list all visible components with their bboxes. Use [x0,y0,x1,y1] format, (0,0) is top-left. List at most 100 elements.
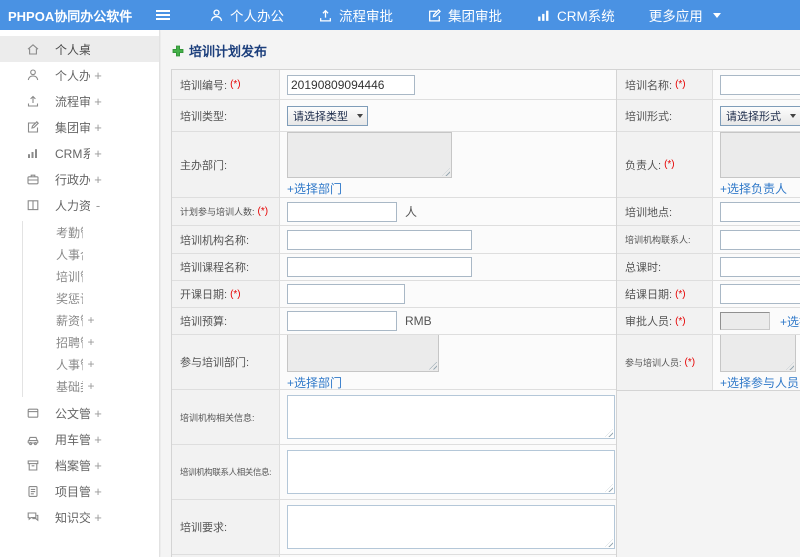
sidebar-subitem-base-category-settings[interactable]: 基础类别设置+ [23,375,159,397]
training-requirements-textarea[interactable] [287,505,615,549]
select-department-link[interactable]: +选择部门 [287,180,342,197]
page-title: 培训计划发布 [189,44,268,59]
form-row: 审批人员:(*) +选择审批人员 [617,308,800,335]
sidebar-subitem-hr-contract[interactable]: 人事合同 [23,243,159,265]
sidebar-item-crm-system[interactable]: CRM系统 + [0,140,159,166]
form-row: 负责人: (*) +选择负责人 [617,132,800,198]
form-left-column: 培训编号:(*) 培训类型: 请选择类型 主办部门: +选择部门 [171,69,617,557]
topnav-workflow-approval[interactable]: 流程审批 [301,0,410,30]
topnav-label: 流程审批 [339,9,393,24]
training-org-name-input[interactable] [287,229,472,250]
training-budget-input[interactable] [287,311,397,331]
topbar: PHPOA协同办公软件 个人办公 流程审批 集团审批 CRM系统 更多应用 [0,0,800,30]
sidebar-subitem-training-mgmt[interactable]: 培训管理 [23,265,159,287]
expand-plus[interactable]: + [94,484,102,499]
page-title-bar: 培训计划发布 [172,41,800,60]
expand-plus[interactable]: + [94,68,102,83]
expand-plus[interactable]: + [87,335,95,349]
form-row: 培训要求: [172,500,616,555]
expand-plus[interactable]: + [94,510,102,525]
select-leader-link[interactable]: +选择负责人 [720,180,787,197]
expand-plus[interactable]: + [94,406,102,421]
training-org-contact-info-textarea[interactable] [287,450,615,494]
form-row: 培训形式: 请选择形式 [617,100,800,132]
sidebar-item-project-mgmt[interactable]: 项目管理 + [0,478,159,504]
participating-departments-box[interactable] [287,335,439,372]
sidebar-subitem-recruitment-mgmt[interactable]: 招聘管理+ [23,331,159,353]
upload-icon [26,94,40,108]
user-icon [26,68,40,82]
sidebar-item-personal-desktop[interactable]: 个人桌面 [0,36,159,62]
planned-participants-input[interactable] [287,201,397,222]
expand-plus[interactable]: + [94,120,102,135]
topnav-label: 个人办公 [230,9,284,24]
topnav-personal-office[interactable]: 个人办公 [192,0,301,30]
sidebar-item-archive-mgmt[interactable]: 档案管理 + [0,452,159,478]
topnav-group-approval[interactable]: 集团审批 [410,0,519,30]
topnav-crm-system[interactable]: CRM系统 [519,0,632,30]
end-date-input[interactable] [720,284,800,304]
leader-box[interactable] [720,132,800,178]
form-row: 总课时: [617,254,800,281]
training-location-input[interactable] [720,201,800,222]
training-form-select[interactable]: 请选择形式 [720,105,800,126]
unit-label: 人 [405,205,418,219]
sidebar-item-personal-office[interactable]: 个人办公 + [0,62,159,88]
sidebar-item-human-resources[interactable]: 人力资源 - [0,192,159,218]
host-department-box[interactable] [287,132,452,178]
topnav-more-apps[interactable]: 更多应用 [632,0,738,30]
expand-plus[interactable]: + [94,458,102,473]
form-row: 培训类型: 请选择类型 [172,100,616,132]
form-row: 主办部门: +选择部门 [172,132,616,198]
chart-icon [26,146,40,160]
form-row: 培训预算: RMB [172,308,616,335]
topnav-label: 更多应用 [648,9,703,24]
expand-plus[interactable]: + [94,94,102,109]
sidebar-item-workflow-approval[interactable]: 流程审批 + [0,88,159,114]
caret-down-icon [357,114,363,121]
collapse-minus[interactable]: - [94,198,102,213]
start-date-input[interactable] [287,284,405,304]
form-row: 培训机构相关信息: [172,390,616,445]
training-org-contact-input[interactable] [720,229,800,250]
total-hours-input[interactable] [720,257,800,277]
trainees-box[interactable] [720,335,796,372]
approver-input[interactable] [720,312,770,330]
select-department-link[interactable]: +选择部门 [287,374,342,390]
topnav-label: CRM系统 [557,9,615,24]
caret-down-icon [712,13,721,22]
sidebar-subitem-attendance-mgmt[interactable]: 考勤管理 [23,221,159,243]
sidebar-item-document-mgmt[interactable]: 公文管理 + [0,400,159,426]
sidebar-item-admin-office[interactable]: 行政办公 + [0,166,159,192]
form-row: 培训机构名称: [172,226,616,254]
form-row: 培训机构联系人: [617,226,800,254]
caret-down-icon [790,114,796,121]
edit-icon [427,8,442,23]
document-icon [26,406,40,420]
book-icon [26,198,40,212]
expand-plus[interactable]: + [87,313,95,327]
menu-toggle-icon[interactable] [156,10,172,20]
expand-plus[interactable]: + [94,146,102,161]
expand-plus[interactable]: + [94,172,102,187]
form-row: 培训编号: (*) [172,70,616,100]
expand-plus[interactable]: + [87,379,95,393]
training-type-select[interactable]: 请选择类型 [287,105,368,126]
sidebar-item-vehicle-mgmt[interactable]: 用车管理 + [0,426,159,452]
form-right-column: 培训名称: (*) 培训形式: 请选择形式 负责人: (*) +选择负责人 培训… [616,69,800,391]
sidebar-subitem-personnel-mgmt[interactable]: 人事管理+ [23,353,159,375]
select-trainees-link[interactable]: +选择参与人员 [720,374,799,390]
sidebar-item-group-approval[interactable]: 集团审批 + [0,114,159,140]
form-row: 参与培训部门: +选择部门 [172,335,616,390]
training-org-info-textarea[interactable] [287,395,615,439]
sidebar-subitem-reward-punishment[interactable]: 奖惩记录 [23,287,159,309]
expand-plus[interactable]: + [87,357,95,371]
select-approver-link[interactable]: +选择审批人员 [780,313,800,330]
expand-plus[interactable]: + [94,432,102,447]
training-number-input[interactable] [287,74,415,95]
sidebar-subitem-salary-mgmt[interactable]: 薪资管理+ [23,309,159,331]
sidebar-item-knowledge-exchange[interactable]: 知识交流 + [0,504,159,530]
currency-label: RMB [405,314,432,328]
training-name-input[interactable] [720,74,800,95]
training-course-name-input[interactable] [287,257,472,277]
